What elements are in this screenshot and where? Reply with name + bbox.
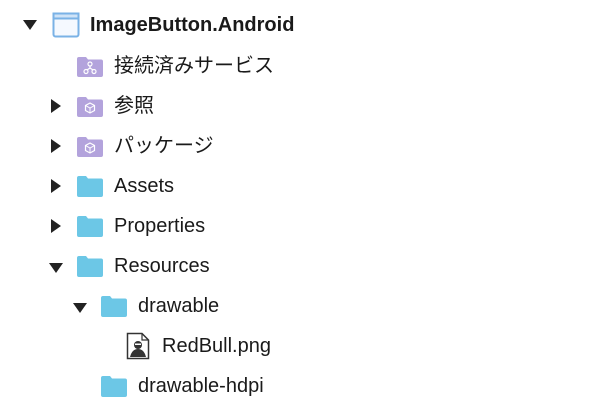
tree-row-connected-services[interactable]: 接続済みサービス [0, 46, 596, 86]
chevron-down-icon[interactable] [22, 17, 38, 33]
connected-services-folder-icon [76, 56, 104, 83]
tree-label-properties: Properties [114, 215, 206, 237]
folder-icon [76, 255, 104, 283]
packages-folder-icon [76, 136, 104, 163]
tree-label-connected-services: 接続済みサービス [114, 55, 274, 77]
solution-tree: ImageButton.Android 接続済みサービス 参照 パッケージ As… [0, 0, 596, 400]
tree-row-drawable-hdpi[interactable]: drawable-hdpi [0, 366, 596, 406]
folder-icon [76, 215, 104, 243]
tree-label-drawable: drawable [138, 295, 220, 317]
chevron-right-icon[interactable] [48, 178, 64, 194]
tree-label-references: 参照 [114, 95, 154, 117]
tree-label-assets: Assets [114, 175, 175, 197]
image-file-icon [126, 332, 150, 365]
tree-row-redbull-png[interactable]: RedBull.png [0, 326, 596, 366]
tree-label-drawable-hdpi: drawable-hdpi [138, 375, 264, 397]
folder-icon [100, 375, 128, 403]
folder-icon [100, 295, 128, 323]
tree-row-assets[interactable]: Assets [0, 166, 596, 206]
chevron-right-icon[interactable] [48, 218, 64, 234]
chevron-right-icon[interactable] [48, 138, 64, 154]
references-folder-icon [76, 96, 104, 123]
tree-row-drawable[interactable]: drawable [0, 286, 596, 326]
project-icon [52, 12, 80, 43]
tree-row-resources[interactable]: Resources [0, 246, 596, 286]
chevron-down-icon[interactable] [48, 260, 64, 276]
tree-row-properties[interactable]: Properties [0, 206, 596, 246]
tree-row-packages[interactable]: パッケージ [0, 126, 596, 166]
chevron-right-icon[interactable] [48, 98, 64, 114]
tree-label-redbull-png: RedBull.png [162, 335, 271, 357]
project-label: ImageButton.Android [90, 14, 295, 36]
tree-label-resources: Resources [114, 255, 210, 277]
chevron-down-icon[interactable] [72, 300, 88, 316]
tree-row-references[interactable]: 参照 [0, 86, 596, 126]
tree-row-project[interactable]: ImageButton.Android [0, 5, 596, 45]
tree-label-packages: パッケージ [114, 135, 214, 157]
folder-icon [76, 175, 104, 203]
